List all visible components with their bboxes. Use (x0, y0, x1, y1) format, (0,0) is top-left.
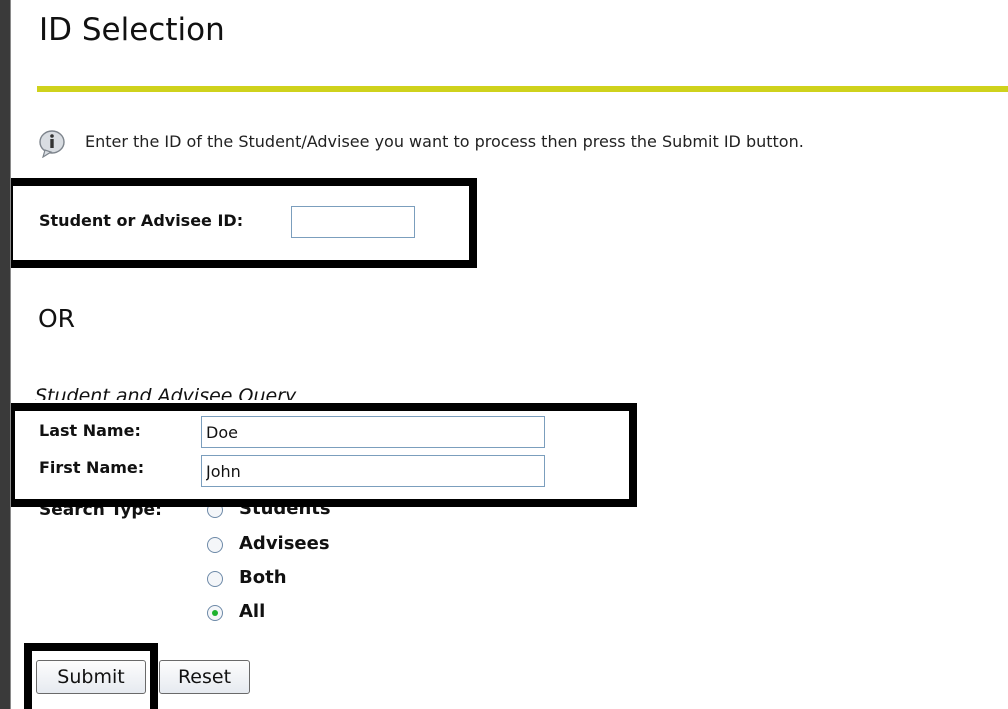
radio-advisees[interactable] (207, 537, 223, 553)
page: ID Selection Enter the ID of the Student… (10, 0, 1008, 709)
radio-advisees-label: Advisees (239, 533, 330, 554)
highlight-box-id (11, 178, 477, 268)
info-icon (39, 130, 65, 158)
or-label: OR (38, 304, 76, 333)
radio-both-label: Both (239, 567, 287, 588)
highlight-box-submit (24, 643, 158, 709)
radio-all[interactable] (207, 605, 223, 621)
title-rule (37, 86, 1008, 92)
radio-both[interactable] (207, 571, 223, 587)
reset-button[interactable]: Reset (159, 660, 250, 694)
info-message: Enter the ID of the Student/Advisee you … (85, 132, 804, 151)
radio-all-label: All (239, 601, 266, 622)
highlight-box-names (11, 403, 637, 507)
radio-all-selected-dot (212, 610, 218, 616)
page-title: ID Selection (39, 12, 225, 48)
